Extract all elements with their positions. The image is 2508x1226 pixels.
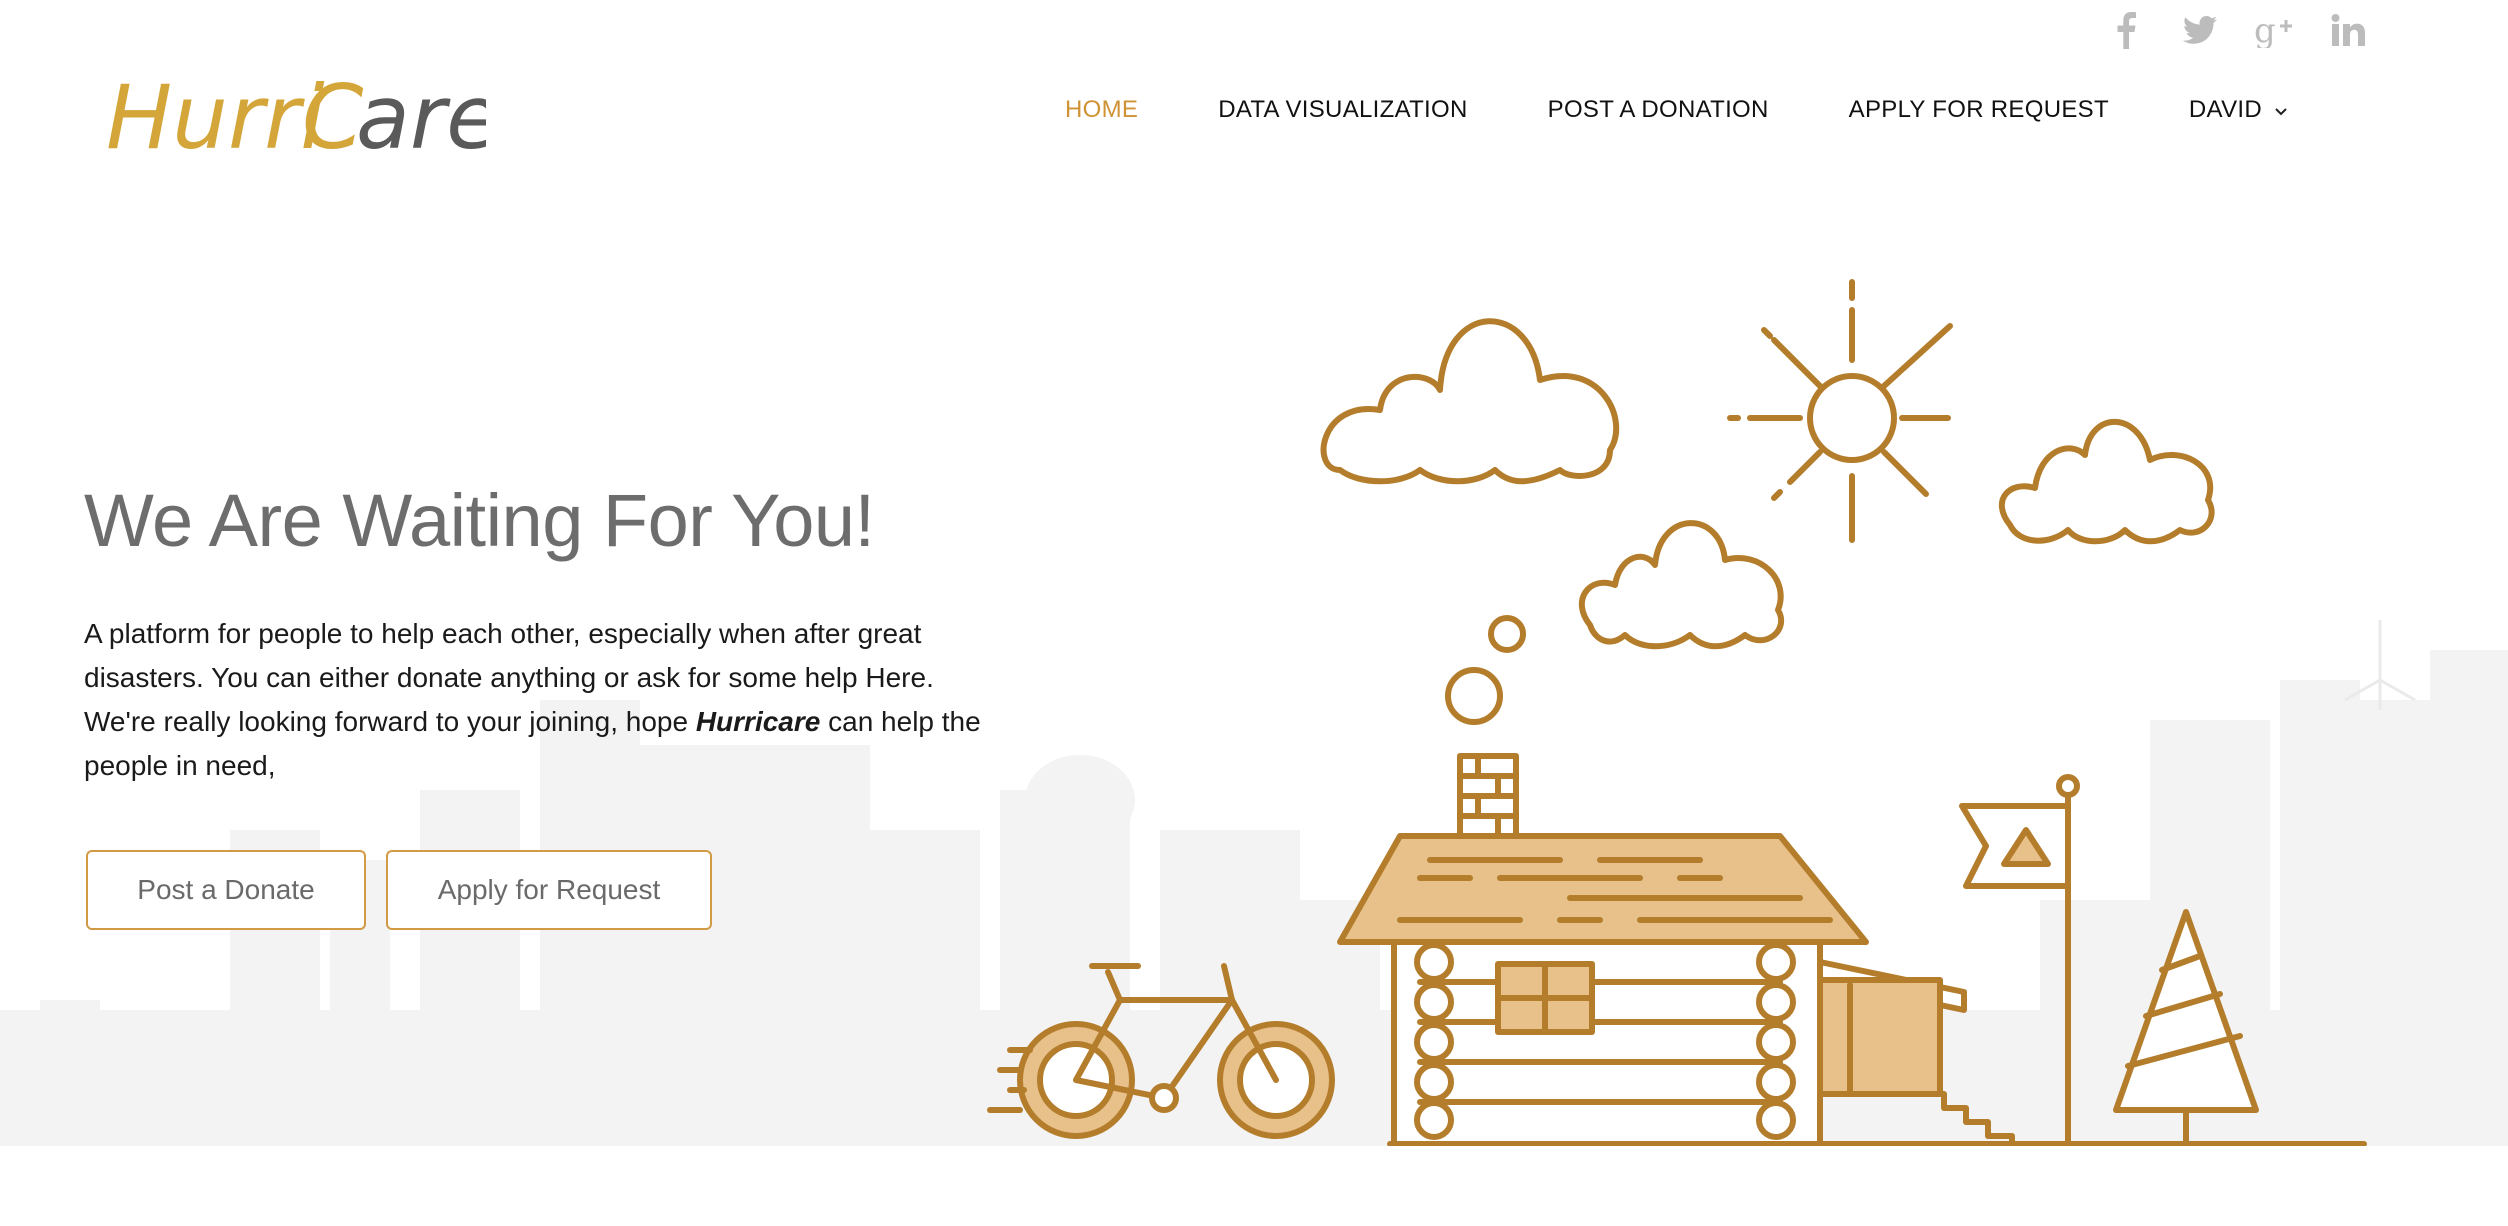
hero-description: A platform for people to help each other… [84,612,984,788]
cloud-icon [1320,318,1620,485]
twitter-icon[interactable] [2180,10,2220,50]
chevron-down-icon [2274,96,2288,124]
nav-home[interactable]: HOME [1065,96,1138,124]
post-donate-button[interactable]: Post a Donate [86,850,366,930]
logo-letter-c: C [302,66,364,169]
logo-wordmark: Hurri C are [106,66,500,169]
sun-icon [1727,279,1953,543]
cloud-icon [1998,418,2215,545]
social-links: g [2106,10,2368,50]
facebook-icon[interactable] [2106,10,2146,50]
apply-request-button[interactable]: Apply for Request [386,850,712,930]
hurricare-logo[interactable]: Hurri C are [106,66,500,181]
nav-post-donation[interactable]: POST A DONATION [1548,96,1769,124]
main-nav: HOME DATA VISUALIZATION POST A DONATION … [985,96,2288,124]
user-name: DAVID [2188,96,2262,123]
hero-description-brand: Hurricare [695,706,821,737]
linkedin-icon[interactable] [2328,10,2368,50]
cloud-icon [1578,520,1784,650]
svg-text:g: g [2254,12,2276,48]
logo-letter-h: Hurri [106,66,325,169]
nav-user-menu[interactable]: DAVID [2189,96,2288,124]
nav-data-visualization[interactable]: DATA VISUALIZATION [1218,96,1467,124]
logo-letter-rest: are [356,66,486,169]
hero-title: We Are Waiting For You! [84,479,875,562]
google-plus-icon[interactable]: g [2254,10,2294,50]
nav-apply-request[interactable]: APPLY FOR REQUEST [1849,96,2109,124]
